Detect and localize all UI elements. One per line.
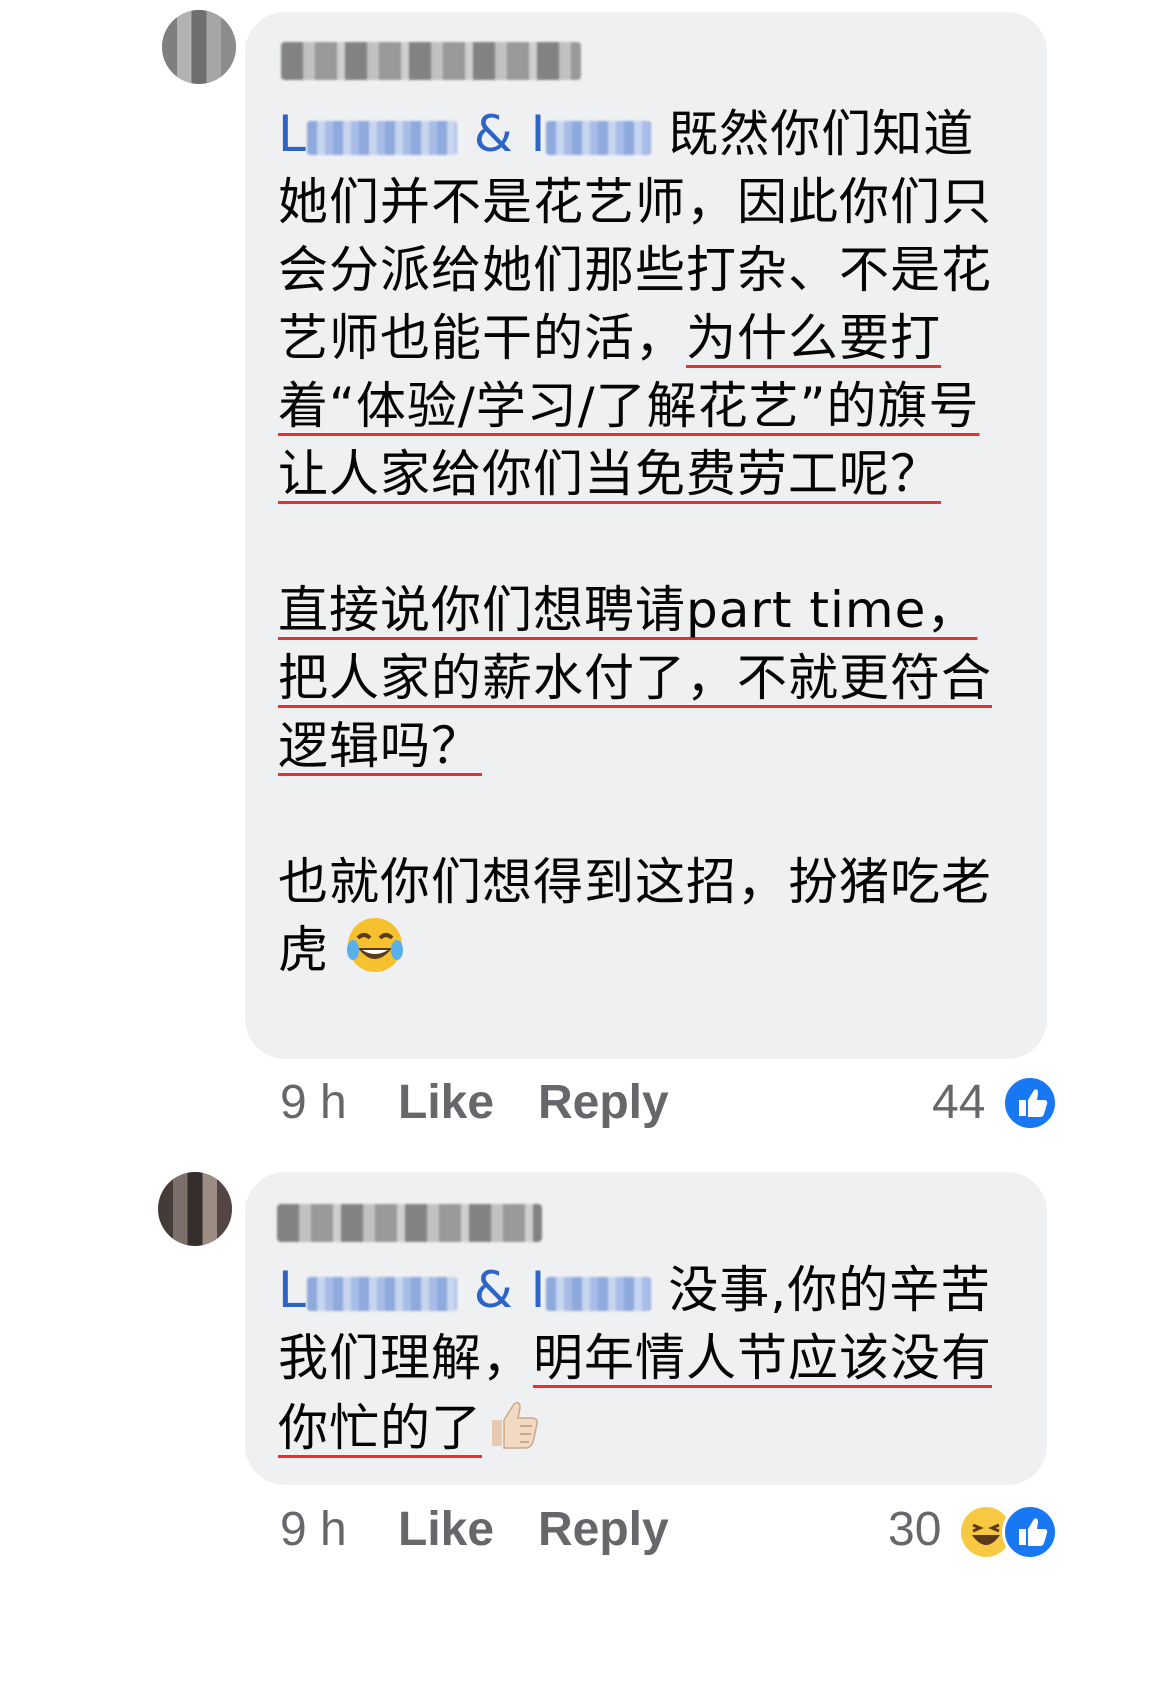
commenter-1-avatar[interactable] <box>162 10 236 84</box>
underlined-phrase: 直接说你们想聘请part time，把人家的薪水付了，不就更符合逻辑吗？ <box>278 581 992 775</box>
commenter-2-avatar[interactable] <box>158 1172 232 1246</box>
tears-of-joy-emoji <box>346 916 404 991</box>
comment-1-timestamp[interactable]: 9 h <box>280 1073 347 1133</box>
mention-tag[interactable]: L & I <box>278 105 652 163</box>
comment-1-actions: 9 h Like Reply 44 <box>0 1073 1170 1133</box>
comment-2-text: L & I 没事,你的辛苦我们理解，明年情人节应该没有你忙的了 <box>278 1256 1017 1471</box>
like-reaction-icon <box>1002 1075 1058 1131</box>
comment-2-author-name[interactable] <box>277 1204 542 1242</box>
reply-button[interactable]: Reply <box>538 1500 669 1560</box>
comment-1-bubble: L & I 既然你们知道她们并不是花艺师，因此你们只会分派给她们那些打杂、不是花… <box>245 12 1047 1059</box>
mention-tag[interactable]: L & I <box>278 1261 652 1319</box>
reaction-count[interactable]: 44 <box>932 1073 985 1133</box>
comment-1-text: L & I 既然你们知道她们并不是花艺师，因此你们只会分派给她们那些打杂、不是花… <box>278 100 1017 991</box>
thumbs-up-emoji <box>482 1392 544 1471</box>
like-button[interactable]: Like <box>398 1073 494 1133</box>
comment-2-actions: 9 h Like Reply 30 <box>0 1500 1170 1560</box>
comment-2-bubble: L & I 没事,你的辛苦我们理解，明年情人节应该没有你忙的了 <box>245 1172 1047 1485</box>
reply-button[interactable]: Reply <box>538 1073 669 1133</box>
comment-2-timestamp[interactable]: 9 h <box>280 1500 347 1560</box>
comment-1-author-name[interactable] <box>281 42 581 80</box>
like-reaction-icon <box>1002 1504 1058 1560</box>
reaction-count[interactable]: 30 <box>888 1500 941 1560</box>
like-button[interactable]: Like <box>398 1500 494 1560</box>
